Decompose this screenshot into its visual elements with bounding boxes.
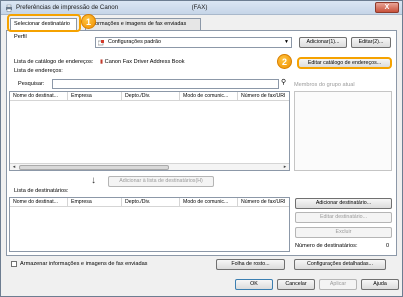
- profile-value: Configurações padrão: [108, 39, 162, 45]
- address-book-name: ▮ Canon Fax Driver Address Book: [100, 59, 185, 65]
- apply-button[interactable]: Aplicar: [319, 279, 357, 290]
- edit-recipient-button[interactable]: Editar destinatário...: [295, 212, 392, 223]
- group-members-label: Membros do grupo atual: [294, 82, 355, 88]
- recipient-count-label: Número de destinatários:: [295, 243, 358, 249]
- search-icon[interactable]: ⚲: [281, 78, 286, 86]
- tab-label: Informações e imagens de fax enviadas: [89, 21, 187, 27]
- cover-sheet-button[interactable]: Folha de rosto...: [216, 259, 285, 270]
- window-title-text: Preferências de impressão de Canon: [16, 4, 119, 11]
- detailed-settings-button[interactable]: Configurações detalhadas...: [294, 259, 386, 270]
- tab-sent-fax-info[interactable]: Informações e imagens de fax enviadas: [85, 18, 201, 30]
- tab-highlight: [7, 14, 81, 32]
- step-badge-1: 1: [81, 14, 96, 29]
- profile-label: Perfil: [14, 34, 27, 40]
- tab-panel: Perfil Configurações padrão ▼ Adicionar(…: [6, 30, 397, 256]
- column-header[interactable]: Número de fax/URI: [238, 198, 289, 207]
- address-list-header: Nome do destinat... Empresa Depto./Div. …: [10, 92, 289, 101]
- window-title-suffix: (FAX): [191, 4, 208, 11]
- ok-button[interactable]: OK: [235, 279, 273, 290]
- address-book-value: Canon Fax Driver Address Book: [104, 59, 185, 65]
- print-preferences-window: Preferências de impressão de Canon (FAX)…: [0, 0, 403, 297]
- chevron-down-icon: ▼: [284, 39, 289, 45]
- close-button[interactable]: X: [375, 2, 399, 13]
- address-book-icon: ▮: [100, 59, 104, 65]
- delete-recipient-button[interactable]: Excluir: [295, 227, 392, 238]
- address-list-hscroll[interactable]: ◂ ▸: [10, 163, 289, 170]
- add-profile-button[interactable]: Adicionar(1)...: [299, 37, 347, 48]
- store-checkbox[interactable]: [11, 261, 17, 267]
- column-header[interactable]: Modo de comunic...: [180, 92, 238, 101]
- recipient-list-header: Nome do destinat... Empresa Depto./Div. …: [10, 198, 289, 207]
- cancel-button[interactable]: Cancelar: [277, 279, 315, 290]
- column-header[interactable]: Depto./Div.: [122, 198, 180, 207]
- title-bar: Preferências de impressão de Canon (FAX)…: [1, 1, 402, 15]
- profile-icon: [98, 40, 104, 46]
- printer-icon: [6, 4, 12, 12]
- recipient-list-label: Lista de destinatários:: [14, 188, 69, 194]
- step-badge-2: 2: [277, 54, 292, 69]
- arrow-down-icon: ↓: [91, 175, 96, 186]
- close-icon: X: [384, 4, 390, 11]
- edit-profile-button[interactable]: Editar(2)...: [351, 37, 391, 48]
- help-button[interactable]: Ajuda: [361, 279, 399, 290]
- column-header[interactable]: Empresa: [68, 198, 122, 207]
- scroll-left-icon[interactable]: ◂: [10, 164, 18, 170]
- profile-select[interactable]: Configurações padrão ▼: [95, 37, 292, 48]
- group-members-list: [294, 91, 392, 171]
- scroll-thumb[interactable]: [19, 165, 169, 170]
- store-checkbox-label: Armazenar informações e imagens de fax e…: [20, 261, 148, 267]
- edit-address-book-button[interactable]: Editar catálogo de endereços...: [297, 57, 392, 69]
- address-list-grid[interactable]: Nome do destinat... Empresa Depto./Div. …: [9, 91, 290, 171]
- column-header[interactable]: Empresa: [68, 92, 122, 101]
- recipient-count-value: 0: [386, 243, 390, 249]
- column-header[interactable]: Nome do destinat...: [10, 92, 68, 101]
- window-title: Preferências de impressão de Canon (FAX): [16, 4, 207, 11]
- address-book-list-label: Lista de catálogo de endereços:: [14, 59, 94, 65]
- add-recipient-button[interactable]: Adicionar destinatário...: [295, 198, 392, 209]
- recipient-list-grid[interactable]: Nome do destinat... Empresa Depto./Div. …: [9, 197, 290, 252]
- column-header[interactable]: Depto./Div.: [122, 92, 180, 101]
- column-header[interactable]: Modo de comunic...: [180, 198, 238, 207]
- search-input[interactable]: [52, 79, 279, 89]
- column-header[interactable]: Número de fax/URI: [238, 92, 289, 101]
- scroll-right-icon[interactable]: ▸: [281, 164, 289, 170]
- search-label: Pesquisar:: [18, 81, 45, 87]
- add-to-recipient-list-button[interactable]: Adicionar à lista de destinatários(H): [108, 176, 214, 187]
- address-list-label: Lista de endereços:: [14, 68, 63, 74]
- column-header[interactable]: Nome do destinat...: [10, 198, 68, 207]
